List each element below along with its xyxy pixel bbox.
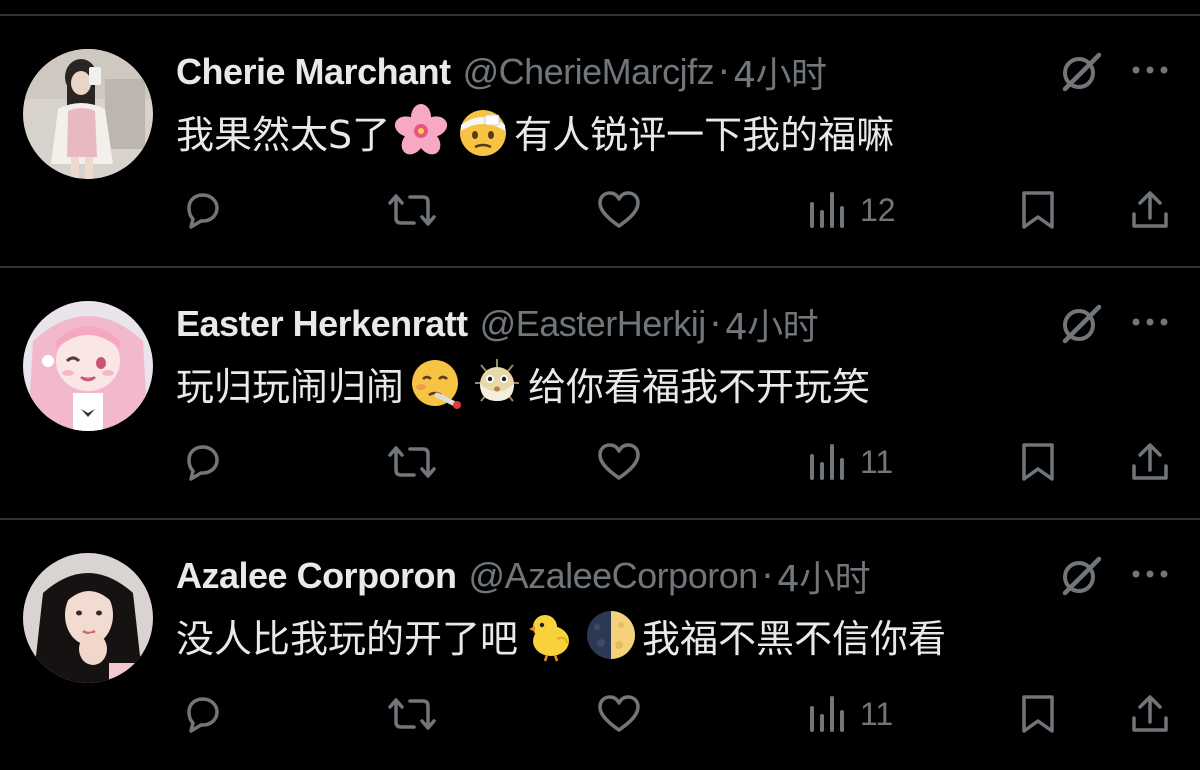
reply-icon (181, 692, 225, 736)
share-button[interactable] (1128, 438, 1172, 486)
tweet-item[interactable]: Cherie Marchant @CherieMarcjfz · 4小时 我果然… (0, 16, 1200, 268)
bookmark-button[interactable] (1018, 438, 1058, 486)
user-handle[interactable]: @AzaleeCorporon (469, 555, 759, 597)
reply-button[interactable] (181, 690, 225, 738)
tweet-header: Azalee Corporon @AzaleeCorporon · 4小时 (176, 550, 871, 602)
reply-button[interactable] (181, 186, 225, 234)
display-name[interactable]: Cherie Marchant (176, 51, 451, 93)
like-button[interactable] (596, 438, 642, 486)
views-count: 11 (860, 443, 894, 480)
separator-dot: · (718, 51, 730, 93)
blowfish-emoji (469, 355, 525, 411)
face-with-thermometer-emoji (407, 355, 463, 411)
tweet-text-part: 给你看福我不开玩笑 (528, 364, 871, 409)
action-bar: 11 (0, 434, 1200, 490)
tweet-header: Easter Herkenratt @EasterHerkij · 4小时 (176, 298, 819, 350)
like-button[interactable] (596, 186, 642, 234)
bookmark-icon (1018, 692, 1058, 736)
reply-button[interactable] (181, 438, 225, 486)
retweet-button[interactable] (388, 690, 436, 738)
tweet-text: 没人比我玩的开了吧 我福不黑不信你看 (176, 608, 946, 662)
retweet-icon (388, 188, 436, 232)
avatar[interactable] (23, 553, 153, 683)
like-icon (596, 440, 642, 484)
reply-icon (181, 188, 225, 232)
share-icon (1128, 440, 1172, 484)
retweet-icon (388, 692, 436, 736)
timestamp[interactable]: 4小时 (725, 298, 819, 350)
more-options-icon[interactable] (1128, 564, 1172, 584)
face-with-head-bandage-emoji (455, 103, 511, 159)
tweet-feed: Cherie Marchant @CherieMarcjfz · 4小时 我果然… (0, 0, 1200, 770)
timestamp[interactable]: 4小时 (777, 550, 871, 602)
user-handle[interactable]: @EasterHerkij (480, 303, 707, 345)
views-icon (808, 440, 848, 484)
cherry-blossom-emoji (393, 103, 449, 159)
views-count: 12 (860, 191, 896, 228)
bookmark-button[interactable] (1018, 690, 1058, 738)
baby-chick-emoji (521, 607, 577, 663)
like-button[interactable] (596, 690, 642, 738)
tweet-text-part: 有人锐评一下我的福嘛 (514, 112, 895, 157)
avatar[interactable] (23, 301, 153, 431)
bookmark-button[interactable] (1018, 186, 1058, 234)
views-button[interactable]: 11 (808, 690, 893, 738)
views-button[interactable]: 12 (808, 186, 896, 234)
more-options-icon[interactable] (1128, 312, 1172, 332)
tweet-text: 我果然太S了 有人锐评一下我的福嘛 (176, 104, 894, 158)
share-icon (1128, 692, 1172, 736)
share-button[interactable] (1128, 690, 1172, 738)
separator-dot: · (761, 555, 773, 597)
grok-icon[interactable] (1059, 301, 1103, 345)
retweet-icon (388, 440, 436, 484)
grok-icon[interactable] (1059, 49, 1103, 93)
bookmark-icon (1018, 188, 1058, 232)
tweet-item[interactable]: Easter Herkenratt @EasterHerkij · 4小时 玩归… (0, 268, 1200, 520)
share-icon (1128, 188, 1172, 232)
views-button[interactable]: 11 (808, 438, 893, 486)
bookmark-icon (1018, 440, 1058, 484)
retweet-button[interactable] (388, 186, 436, 234)
tweet-text-part: 我果然太S了 (176, 112, 391, 157)
views-icon (808, 692, 848, 736)
separator-dot: · (709, 303, 721, 345)
tweet-item[interactable]: Azalee Corporon @AzaleeCorporon · 4小时 没人… (0, 520, 1200, 770)
action-bar: 12 (0, 182, 1200, 238)
action-bar: 11 (0, 686, 1200, 742)
more-options-icon[interactable] (1128, 60, 1172, 80)
tweet-text-part: 我福不黑不信你看 (642, 616, 947, 661)
share-button[interactable] (1128, 186, 1172, 234)
views-icon (808, 188, 848, 232)
like-icon (596, 692, 642, 736)
views-count: 11 (860, 695, 894, 732)
like-icon (596, 188, 642, 232)
tweet-text-part: 没人比我玩的开了吧 (176, 616, 519, 661)
avatar[interactable] (23, 49, 153, 179)
tweet-header: Cherie Marchant @CherieMarcjfz · 4小时 (176, 46, 827, 98)
tweet-text: 玩归玩闹归闹 给你看福我不开玩笑 (176, 356, 870, 410)
reply-icon (181, 440, 225, 484)
tweet-text-part: 玩归玩闹归闹 (176, 364, 405, 409)
display-name[interactable]: Easter Herkenratt (176, 303, 468, 345)
user-handle[interactable]: @CherieMarcjfz (463, 51, 715, 93)
retweet-button[interactable] (388, 438, 436, 486)
grok-icon[interactable] (1059, 553, 1103, 597)
last-quarter-moon-emoji (583, 607, 639, 663)
timestamp[interactable]: 4小时 (733, 46, 827, 98)
display-name[interactable]: Azalee Corporon (176, 555, 457, 597)
